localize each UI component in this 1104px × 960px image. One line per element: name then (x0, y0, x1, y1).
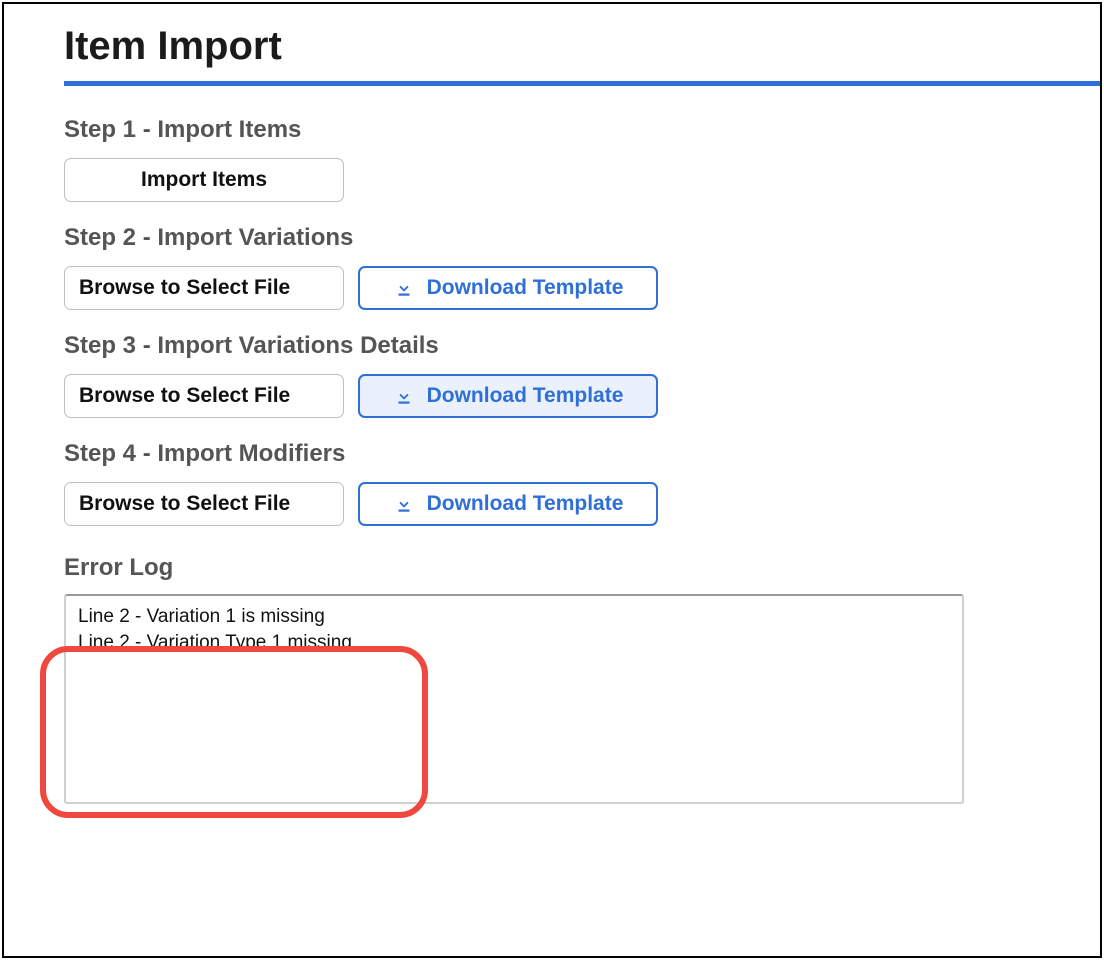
step2-download-label: Download Template (427, 276, 624, 300)
import-items-label: Import Items (141, 168, 267, 192)
error-log-line: Line 2 - Variation Type 1 missing. (78, 630, 950, 656)
error-log-line: Line 2 - Variation 1 is missing (78, 604, 950, 630)
step2-download-template-button[interactable]: Download Template (358, 266, 658, 310)
step4-download-label: Download Template (427, 492, 624, 516)
step3-browse-button[interactable]: Browse to Select File (64, 374, 344, 418)
step4-browse-button[interactable]: Browse to Select File (64, 482, 344, 526)
step4-browse-label: Browse to Select File (79, 492, 290, 516)
download-icon (393, 385, 415, 407)
error-log-box[interactable]: Line 2 - Variation 1 is missing Line 2 -… (64, 594, 964, 804)
download-icon (393, 493, 415, 515)
title-divider (64, 81, 1102, 86)
page-title: Item Import (64, 24, 1100, 69)
step2-heading: Step 2 - Import Variations (64, 224, 1100, 252)
step4-heading: Step 4 - Import Modifiers (64, 440, 1100, 468)
step2-browse-button[interactable]: Browse to Select File (64, 266, 344, 310)
import-items-button[interactable]: Import Items (64, 158, 344, 202)
download-icon (393, 277, 415, 299)
step3-download-template-button[interactable]: Download Template (358, 374, 658, 418)
step2-browse-label: Browse to Select File (79, 276, 290, 300)
step3-heading: Step 3 - Import Variations Details (64, 332, 1100, 360)
step4-download-template-button[interactable]: Download Template (358, 482, 658, 526)
error-log-heading: Error Log (64, 554, 1100, 582)
step3-browse-label: Browse to Select File (79, 384, 290, 408)
item-import-panel: Item Import Step 1 - Import Items Import… (2, 2, 1102, 958)
step1-heading: Step 1 - Import Items (64, 116, 1100, 144)
step3-download-label: Download Template (427, 384, 624, 408)
